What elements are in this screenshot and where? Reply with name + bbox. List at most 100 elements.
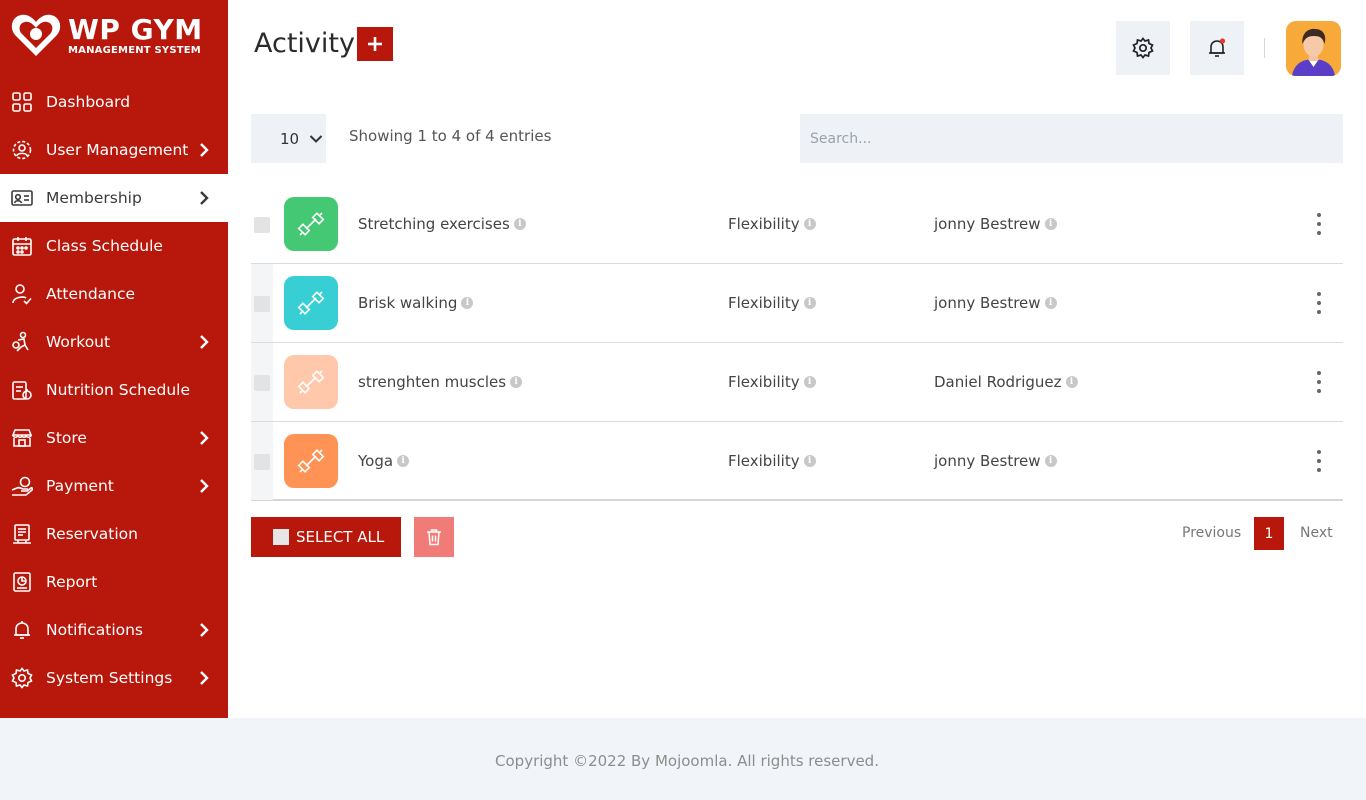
search-input[interactable] (800, 114, 1343, 163)
brand-logo[interactable]: WP GYM MANAGEMENT SYSTEM (10, 12, 220, 60)
checkbox-cell (251, 185, 273, 263)
brand-title: WP GYM (68, 13, 203, 46)
sidebar-item-label: Attendance (46, 285, 136, 303)
sidebar-item-store[interactable]: Store (0, 414, 228, 462)
checkbox-cell (251, 264, 273, 342)
sidebar-item-report[interactable]: Report (0, 558, 228, 606)
activity-user-text: jonny Bestrew (934, 294, 1041, 312)
select-all-button[interactable]: SELECT ALL (251, 517, 401, 557)
sidebar-item-label: Workout (46, 333, 111, 351)
sidebar-item-attendance[interactable]: Attendance (0, 270, 228, 318)
footer: Copyright ©2022 By Mojoomla. All rights … (0, 718, 1366, 800)
plus-icon (368, 37, 382, 51)
info-icon[interactable]: i (513, 218, 526, 230)
info-icon[interactable]: i (803, 218, 816, 230)
info-icon[interactable]: i (461, 297, 474, 309)
activity-name-text: strenghten muscles (358, 373, 507, 391)
sidebar-menu: Dashboard User Management Membership Cla… (0, 78, 228, 702)
sidebar-item-label: Report (46, 573, 98, 591)
pagination-page-current[interactable]: 1 (1254, 517, 1284, 550)
notifications-button[interactable] (1190, 21, 1244, 75)
pagination-previous[interactable]: Previous (1182, 525, 1241, 541)
activity-user: jonny Bestrew i (934, 215, 1057, 233)
pagination-next[interactable]: Next (1300, 525, 1333, 541)
info-icon[interactable]: i (803, 376, 816, 388)
activity-name[interactable]: strenghten muscles i (358, 373, 523, 391)
activity-user-text: jonny Bestrew (934, 452, 1041, 470)
gear-icon (1132, 37, 1154, 59)
trash-icon (427, 529, 441, 546)
activity-name[interactable]: Brisk walking i (358, 294, 474, 312)
chevron-down-icon (309, 134, 323, 143)
info-icon[interactable]: i (397, 455, 410, 467)
row-checkbox[interactable] (254, 454, 270, 470)
brand-subtitle: MANAGEMENT SYSTEM (68, 45, 201, 56)
sidebar-item-notifications[interactable]: Notifications (0, 606, 228, 654)
table-row: Yoga i Flexibility i jonny Bestrew i (251, 422, 1343, 501)
select-all-label: SELECT ALL (296, 528, 385, 546)
sidebar-item-workout[interactable]: Workout (0, 318, 228, 366)
info-icon[interactable]: i (1044, 455, 1057, 467)
dumbbell-icon (284, 276, 338, 330)
activity-category: Flexibility i (728, 215, 816, 233)
sidebar-item-label: Reservation (46, 525, 138, 543)
activity-category-text: Flexibility (728, 294, 800, 312)
info-icon[interactable]: i (510, 376, 523, 388)
delete-selected-button[interactable] (414, 517, 454, 557)
sidebar-item-class-schedule[interactable]: Class Schedule (0, 222, 228, 270)
sidebar-item-label: User Management (46, 141, 189, 159)
activity-category: Flexibility i (728, 452, 816, 470)
more-options-icon[interactable] (1311, 450, 1327, 472)
more-options-icon[interactable] (1311, 292, 1327, 314)
info-icon[interactable]: i (803, 297, 816, 309)
info-icon[interactable]: i (1065, 376, 1078, 388)
sidebar-item-label: Payment (46, 477, 114, 495)
chevron-right-icon (200, 191, 209, 205)
activity-name[interactable]: Yoga i (358, 452, 410, 470)
chevron-right-icon (200, 479, 209, 493)
row-checkbox[interactable] (254, 217, 270, 233)
users-gear-icon (11, 139, 33, 161)
add-activity-button[interactable] (357, 27, 393, 61)
attendance-icon (11, 283, 33, 305)
sidebar-item-reservation[interactable]: Reservation (0, 510, 228, 558)
activity-name-text: Brisk walking (358, 294, 458, 312)
sidebar-item-label: System Settings (46, 669, 173, 687)
dumbbell-icon (284, 197, 338, 251)
page-length-select[interactable]: 10 (251, 114, 326, 163)
settings-button[interactable] (1116, 21, 1170, 75)
activity-user: jonny Bestrew i (934, 452, 1057, 470)
activity-name-text: Yoga (358, 452, 394, 470)
info-icon[interactable]: i (1044, 297, 1057, 309)
table-info: Showing 1 to 4 of 4 entries (349, 127, 552, 145)
sidebar-item-dashboard[interactable]: Dashboard (0, 78, 228, 126)
more-options-icon[interactable] (1311, 371, 1327, 393)
dumbbell-icon (284, 355, 338, 409)
sidebar-item-label: Nutrition Schedule (46, 381, 191, 399)
chevron-right-icon (200, 671, 209, 685)
workout-icon (11, 331, 33, 353)
row-checkbox[interactable] (254, 296, 270, 312)
table-row: strenghten muscles i Flexibility i Daniel … (251, 343, 1343, 422)
activity-user-text: Daniel Rodriguez (934, 373, 1062, 391)
row-checkbox[interactable] (254, 375, 270, 391)
more-options-icon[interactable] (1311, 213, 1327, 235)
sidebar-item-nutrition-schedule[interactable]: Nutrition Schedule (0, 366, 228, 414)
activity-table: Stretching exercises i Flexibility i jonny… (251, 185, 1343, 501)
sidebar-item-payment[interactable]: Payment (0, 462, 228, 510)
bell-icon (1209, 38, 1226, 57)
activity-category: Flexibility i (728, 373, 816, 391)
info-icon[interactable]: i (803, 455, 816, 467)
activity-user-text: jonny Bestrew (934, 215, 1041, 233)
checkbox-cell (251, 422, 273, 500)
sidebar-item-membership[interactable]: Membership (0, 174, 228, 222)
sidebar-item-user-management[interactable]: User Management (0, 126, 228, 174)
sidebar-item-system-settings[interactable]: System Settings (0, 654, 228, 702)
activity-name[interactable]: Stretching exercises i (358, 215, 526, 233)
activity-user: Daniel Rodriguez i (934, 373, 1078, 391)
user-avatar[interactable] (1286, 21, 1341, 76)
chevron-right-icon (200, 143, 209, 157)
info-icon[interactable]: i (1044, 218, 1057, 230)
table-row: Brisk walking i Flexibility i jonny Bestre… (251, 264, 1343, 343)
select-all-checkbox[interactable] (273, 529, 289, 545)
